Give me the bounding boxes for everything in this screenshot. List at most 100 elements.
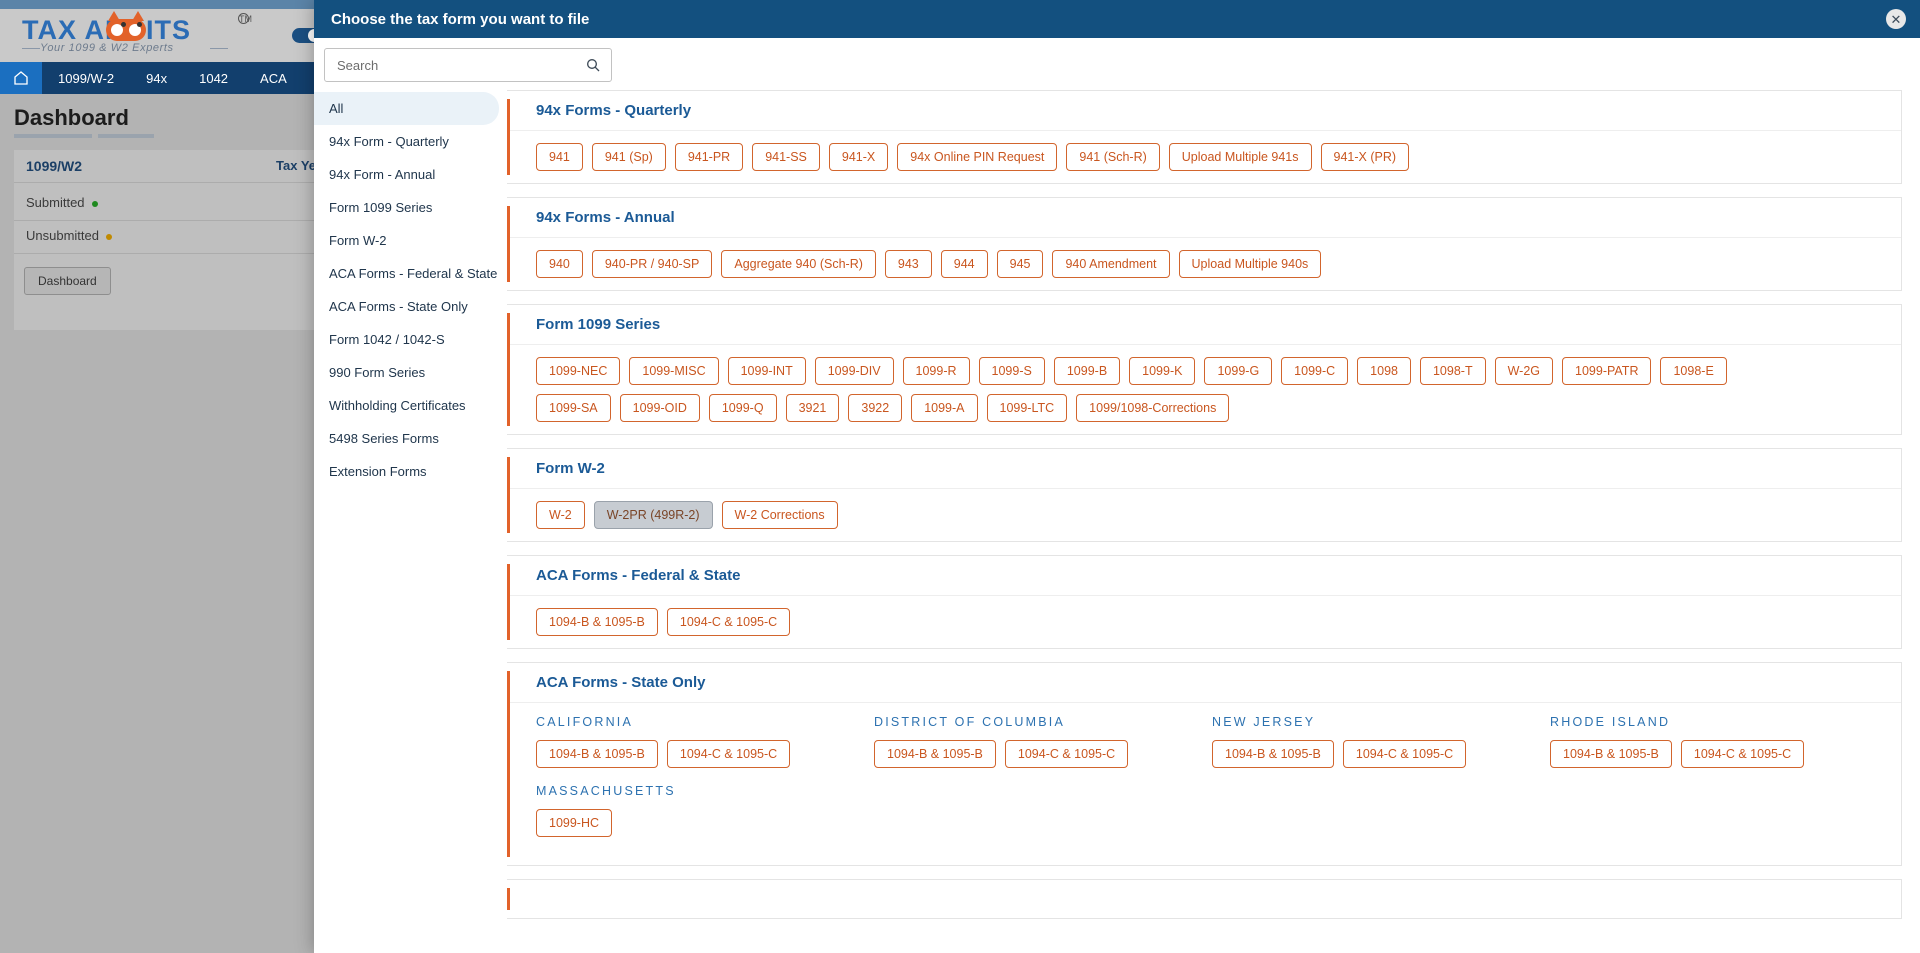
sidebar-item-label: Extension Forms [329, 464, 427, 479]
sidebar-item-form-1042-1042-s[interactable]: Form 1042 / 1042-S [314, 323, 499, 356]
nav-item-aca[interactable]: ACA [244, 71, 303, 86]
form-button-1094-c-1095-c[interactable]: 1094-C & 1095-C [1342, 740, 1467, 768]
form-button-1099-c[interactable]: 1099-C [1281, 357, 1349, 385]
form-button-1099-s[interactable]: 1099-S [978, 357, 1045, 385]
form-button-1094-b-1095-b[interactable]: 1094-B & 1095-B [536, 608, 658, 636]
nav-item-1099-w2[interactable]: 1099/W-2 [42, 71, 130, 86]
sidebar-item-aca-forms-federal-state[interactable]: ACA Forms - Federal & State [314, 257, 499, 290]
sidebar-item-form-1099-series[interactable]: Form 1099 Series [314, 191, 499, 224]
forms-content[interactable]: 94x Forms - Quarterly 941 941 (Sp) 941-PR 94… [507, 90, 1920, 953]
form-button-1099-nec[interactable]: 1099-NEC [536, 357, 621, 385]
sidebar-item-aca-forms-state-only[interactable]: ACA Forms - State Only [314, 290, 499, 323]
form-button-w-2-corrections[interactable]: W-2 Corrections [721, 501, 838, 529]
state-name: NEW JERSEY [1212, 715, 1316, 729]
nav-item-94x[interactable]: 94x [130, 71, 183, 86]
unsubmitted-label: Unsubmitted [26, 228, 99, 243]
form-button-1094-c-1095-c[interactable]: 1094-C & 1095-C [666, 740, 791, 768]
form-button-94x-online-pin-request[interactable]: 94x Online PIN Request [897, 143, 1058, 171]
form-button-1099-hc[interactable]: 1099-HC [536, 809, 613, 837]
form-button-1099-k[interactable]: 1099-K [1129, 357, 1196, 385]
form-button-3922[interactable]: 3922 [848, 394, 903, 422]
form-button-944[interactable]: 944 [940, 250, 988, 278]
page-title: Dashboard [14, 105, 129, 130]
form-button-1099-int[interactable]: 1099-INT [727, 357, 806, 385]
form-button-w-2g[interactable]: W-2G [1494, 357, 1554, 385]
form-button-1098-e[interactable]: 1098-E [1660, 357, 1727, 385]
form-button-3921[interactable]: 3921 [785, 394, 840, 422]
form-button-941-ss[interactable]: 941-SS [752, 143, 820, 171]
owl-eye-left-icon [121, 21, 126, 27]
sidebar-item-94x-form-quarterly[interactable]: 94x Form - Quarterly [314, 125, 499, 158]
nav-home-button[interactable] [0, 62, 42, 94]
form-button-1099-ltc[interactable]: 1099-LTC [986, 394, 1068, 422]
form-button-1099-b[interactable]: 1099-B [1053, 357, 1121, 385]
section-title: Form W-2 [507, 449, 1901, 489]
sidebar-item-label: All [329, 101, 344, 116]
sidebar-item-all[interactable]: All [314, 92, 499, 125]
search-box[interactable] [324, 48, 612, 82]
state-name: CALIFORNIA [536, 715, 634, 729]
form-button-941-sch-r[interactable]: 941 (Sch-R) [1066, 143, 1160, 171]
sidebar-item-5498-series-forms[interactable]: 5498 Series Forms [314, 422, 499, 455]
form-button-1099-1098-corrections[interactable]: 1099/1098-Corrections [1076, 394, 1230, 422]
form-button-1094-c-1095-c[interactable]: 1094-C & 1095-C [1004, 740, 1129, 768]
form-button-940-amendment[interactable]: 940 Amendment [1052, 250, 1170, 278]
form-button-940[interactable]: 940 [536, 250, 583, 278]
form-button-w-2[interactable]: W-2 [536, 501, 585, 529]
search-input[interactable] [335, 56, 585, 74]
form-button-941-x[interactable]: 941-X [828, 143, 889, 171]
modal-body: All 94x Form - Quarterly 94x Form - Annual… [314, 90, 1920, 953]
nav-item-1042[interactable]: 1042 [183, 71, 244, 86]
form-button-1099-a[interactable]: 1099-A [911, 394, 978, 422]
section-body: 941 941 (Sp) 941-PR 941-SS 941-X 94x Online P… [507, 131, 1901, 183]
taxbandits-logo[interactable]: TAX ANDITS TM Your 1099 & W2 Experts [22, 10, 262, 59]
sidebar-item-withholding-certificates[interactable]: Withholding Certificates [314, 389, 499, 422]
form-button-1099-misc[interactable]: 1099-MISC [629, 357, 719, 385]
form-button-1094-b-1095-b[interactable]: 1094-B & 1095-B [1550, 740, 1672, 768]
form-button-1094-b-1095-b[interactable]: 1094-B & 1095-B [1212, 740, 1334, 768]
form-button-1099-oid[interactable]: 1099-OID [619, 394, 700, 422]
sidebar-item-990-form-series[interactable]: 990 Form Series [314, 356, 499, 389]
form-button-941-sp[interactable]: 941 (Sp) [591, 143, 666, 171]
submitted-label: Submitted [26, 195, 85, 210]
form-button-940-pr-940-sp[interactable]: 940-PR / 940-SP [591, 250, 713, 278]
form-button-943[interactable]: 943 [884, 250, 932, 278]
sidebar-item-label: 5498 Series Forms [329, 431, 439, 446]
title-underline [14, 134, 92, 138]
dashboard-button[interactable]: Dashboard [24, 267, 111, 295]
close-icon[interactable]: ✕ [1886, 9, 1906, 29]
section-title: Form 1099 Series [507, 305, 1901, 345]
form-button-1099-sa[interactable]: 1099-SA [536, 394, 611, 422]
form-button-w-2pr-499r-2[interactable]: W-2PR (499R-2) [593, 501, 713, 529]
sidebar-item-label: Form W-2 [329, 233, 387, 248]
form-button-1098[interactable]: 1098 [1357, 357, 1411, 385]
form-button-aggregate-940-sch-r[interactable]: Aggregate 940 (Sch-R) [721, 250, 876, 278]
form-button-1094-b-1095-b[interactable]: 1094-B & 1095-B [874, 740, 996, 768]
sidebar-item-extension-forms[interactable]: Extension Forms [314, 455, 499, 488]
form-button-1099-patr[interactable]: 1099-PATR [1562, 357, 1652, 385]
form-button-1094-c-1095-c[interactable]: 1094-C & 1095-C [666, 608, 791, 636]
home-icon [14, 71, 28, 85]
form-button-row: W-2 W-2PR (499R-2) W-2 Corrections [536, 501, 1901, 529]
section-title: 94x Forms - Quarterly [507, 91, 1901, 131]
form-button-1094-b-1095-b[interactable]: 1094-B & 1095-B [536, 740, 658, 768]
form-button-945[interactable]: 945 [996, 250, 1044, 278]
sidebar-item-form-w-2[interactable]: Form W-2 [314, 224, 499, 257]
form-button-1099-r[interactable]: 1099-R [902, 357, 970, 385]
form-button-1099-q[interactable]: 1099-Q [708, 394, 777, 422]
form-button-941[interactable]: 941 [536, 143, 583, 171]
search-icon[interactable] [585, 57, 601, 73]
form-button-941-x-pr[interactable]: 941-X (PR) [1320, 143, 1410, 171]
form-button-1099-g[interactable]: 1099-G [1204, 357, 1273, 385]
form-button-1098-t[interactable]: 1098-T [1419, 357, 1486, 385]
card-heading-1099w2: 1099/W2 [26, 158, 83, 174]
form-button-1094-c-1095-c[interactable]: 1094-C & 1095-C [1680, 740, 1805, 768]
form-button-941-pr[interactable]: 941-PR [674, 143, 744, 171]
form-button-upload-multiple-941s[interactable]: Upload Multiple 941s [1168, 143, 1312, 171]
sidebar-item-94x-form-annual[interactable]: 94x Form - Annual [314, 158, 499, 191]
section-body: 1099-NEC 1099-MISC 1099-INT 1099-DIV 1099-R 1… [507, 345, 1901, 434]
form-button-upload-multiple-940s[interactable]: Upload Multiple 940s [1178, 250, 1322, 278]
form-section: Form W-2 W-2 W-2PR (499R-2) W-2 Corrections [507, 448, 1902, 542]
form-section-partial [507, 879, 1902, 919]
form-button-1099-div[interactable]: 1099-DIV [814, 357, 894, 385]
